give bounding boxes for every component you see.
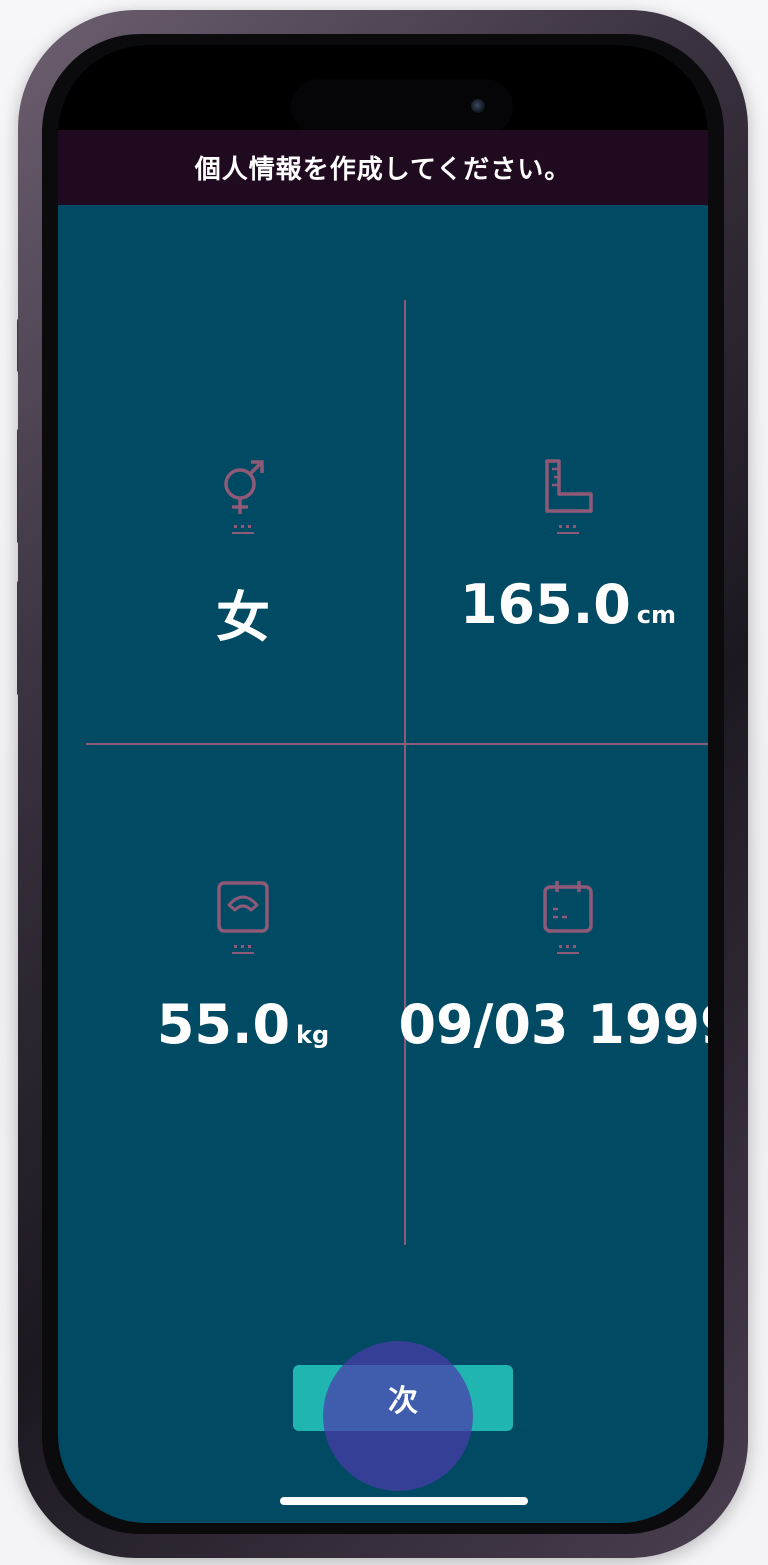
header-bar: 個人情報を作成してください。 [58, 130, 708, 205]
page-title: 個人情報を作成してください。 [194, 155, 572, 185]
gender-icon [224, 460, 264, 514]
weight-unit: kg [296, 1021, 330, 1049]
horizontal-divider [86, 743, 708, 745]
app-screen: 個人情報を作成してください。 女 165.0 cm 55.0 kg 09/03 … [58, 45, 708, 1523]
ruler-icon [545, 459, 593, 513]
birthdate-cell[interactable]: 09/03 1999 [398, 877, 708, 1056]
calendar-icon [543, 881, 593, 933]
height-value: 165.0 cm [460, 573, 676, 636]
more-icon [232, 945, 254, 954]
height-cell[interactable]: 165.0 cm [408, 457, 708, 636]
next-button[interactable] [293, 1365, 513, 1431]
gender-cell[interactable]: 女 [83, 457, 403, 652]
more-icon [557, 945, 579, 954]
more-icon [557, 525, 579, 534]
weight-number: 55.0 [156, 993, 291, 1056]
gender-value-text: 女 [216, 586, 270, 649]
scale-icon [217, 881, 269, 933]
weight-value: 55.0 kg [157, 993, 329, 1056]
more-icon [232, 525, 254, 534]
height-unit: cm [636, 601, 677, 629]
home-indicator[interactable] [280, 1497, 528, 1505]
birthdate-value: 09/03 1999 [398, 993, 708, 1056]
camera-icon [471, 99, 485, 113]
phone-frame: 個人情報を作成してください。 女 165.0 cm 55.0 kg 09/03 … [18, 10, 748, 1558]
birthdate-text: 09/03 1999 [398, 993, 708, 1056]
gender-value: 女 [216, 573, 270, 652]
height-number: 165.0 [459, 573, 631, 636]
weight-cell[interactable]: 55.0 kg [83, 877, 403, 1056]
vertical-divider [404, 300, 406, 1245]
dynamic-island [291, 79, 513, 135]
device-stage: 個人情報を作成してください。 女 165.0 cm 55.0 kg 09/03 … [0, 0, 768, 1565]
